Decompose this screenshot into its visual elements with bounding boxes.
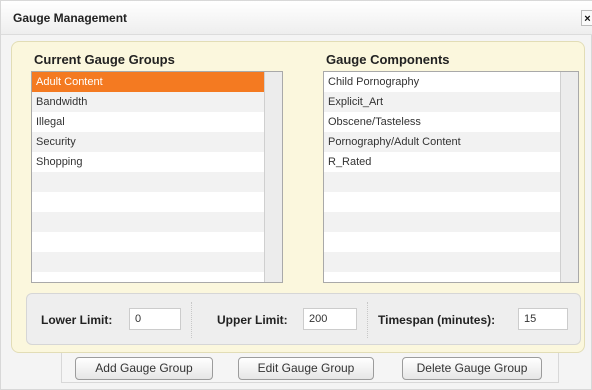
gauge-components-heading: Gauge Components bbox=[326, 52, 450, 67]
gauge-management-dialog: Gauge Management × Current Gauge Groups … bbox=[0, 0, 592, 390]
gauge-group-item[interactable]: Illegal bbox=[32, 112, 264, 132]
gauge-groups-list[interactable]: Adult Content Bandwidth Illegal Security… bbox=[31, 71, 283, 283]
limits-bar: Lower Limit: 0 Upper Limit: 200 Timespan… bbox=[26, 293, 581, 345]
gauge-group-item[interactable]: Shopping bbox=[32, 152, 264, 172]
title-bar[interactable]: Gauge Management × bbox=[1, 1, 592, 35]
close-button[interactable]: × bbox=[581, 10, 592, 26]
current-gauge-groups-heading: Current Gauge Groups bbox=[34, 52, 175, 67]
edit-gauge-group-button[interactable]: Edit Gauge Group bbox=[238, 357, 374, 380]
delete-gauge-group-button[interactable]: Delete Gauge Group bbox=[402, 357, 542, 380]
gauge-group-item[interactable]: Security bbox=[32, 132, 264, 152]
gauge-component-item[interactable]: Child Pornography bbox=[324, 72, 560, 92]
empty-row bbox=[32, 172, 264, 192]
empty-row bbox=[32, 212, 264, 232]
gauge-component-item[interactable]: Obscene/Tasteless bbox=[324, 112, 560, 132]
empty-row bbox=[324, 192, 560, 212]
upper-limit-label: Upper Limit: bbox=[217, 313, 288, 327]
timespan-input[interactable]: 15 bbox=[518, 308, 568, 330]
add-gauge-group-button[interactable]: Add Gauge Group bbox=[75, 357, 213, 380]
gauge-component-item[interactable]: R_Rated bbox=[324, 152, 560, 172]
separator bbox=[191, 302, 192, 338]
upper-limit-input[interactable]: 200 bbox=[303, 308, 357, 330]
lower-limit-input[interactable]: 0 bbox=[129, 308, 181, 330]
empty-row bbox=[32, 252, 264, 272]
empty-row bbox=[324, 272, 560, 282]
gauge-component-item[interactable]: Explicit_Art bbox=[324, 92, 560, 112]
lower-limit-label: Lower Limit: bbox=[41, 313, 113, 327]
gauge-components-list[interactable]: Child Pornography Explicit_Art Obscene/T… bbox=[323, 71, 579, 283]
empty-row bbox=[324, 232, 560, 252]
empty-row bbox=[32, 192, 264, 212]
empty-row bbox=[32, 272, 264, 282]
gauge-group-item[interactable]: Bandwidth bbox=[32, 92, 264, 112]
gauge-component-item[interactable]: Pornography/Adult Content bbox=[324, 132, 560, 152]
empty-row bbox=[324, 172, 560, 192]
separator bbox=[367, 302, 368, 338]
empty-row bbox=[324, 252, 560, 272]
empty-row bbox=[32, 232, 264, 252]
empty-row bbox=[324, 212, 560, 232]
dialog-title: Gauge Management bbox=[13, 11, 128, 25]
gauge-components-scrollbar[interactable] bbox=[560, 72, 578, 282]
timespan-label: Timespan (minutes): bbox=[378, 313, 496, 327]
gauge-groups-scrollbar[interactable] bbox=[264, 72, 282, 282]
gauge-group-item[interactable]: Adult Content bbox=[32, 72, 264, 92]
